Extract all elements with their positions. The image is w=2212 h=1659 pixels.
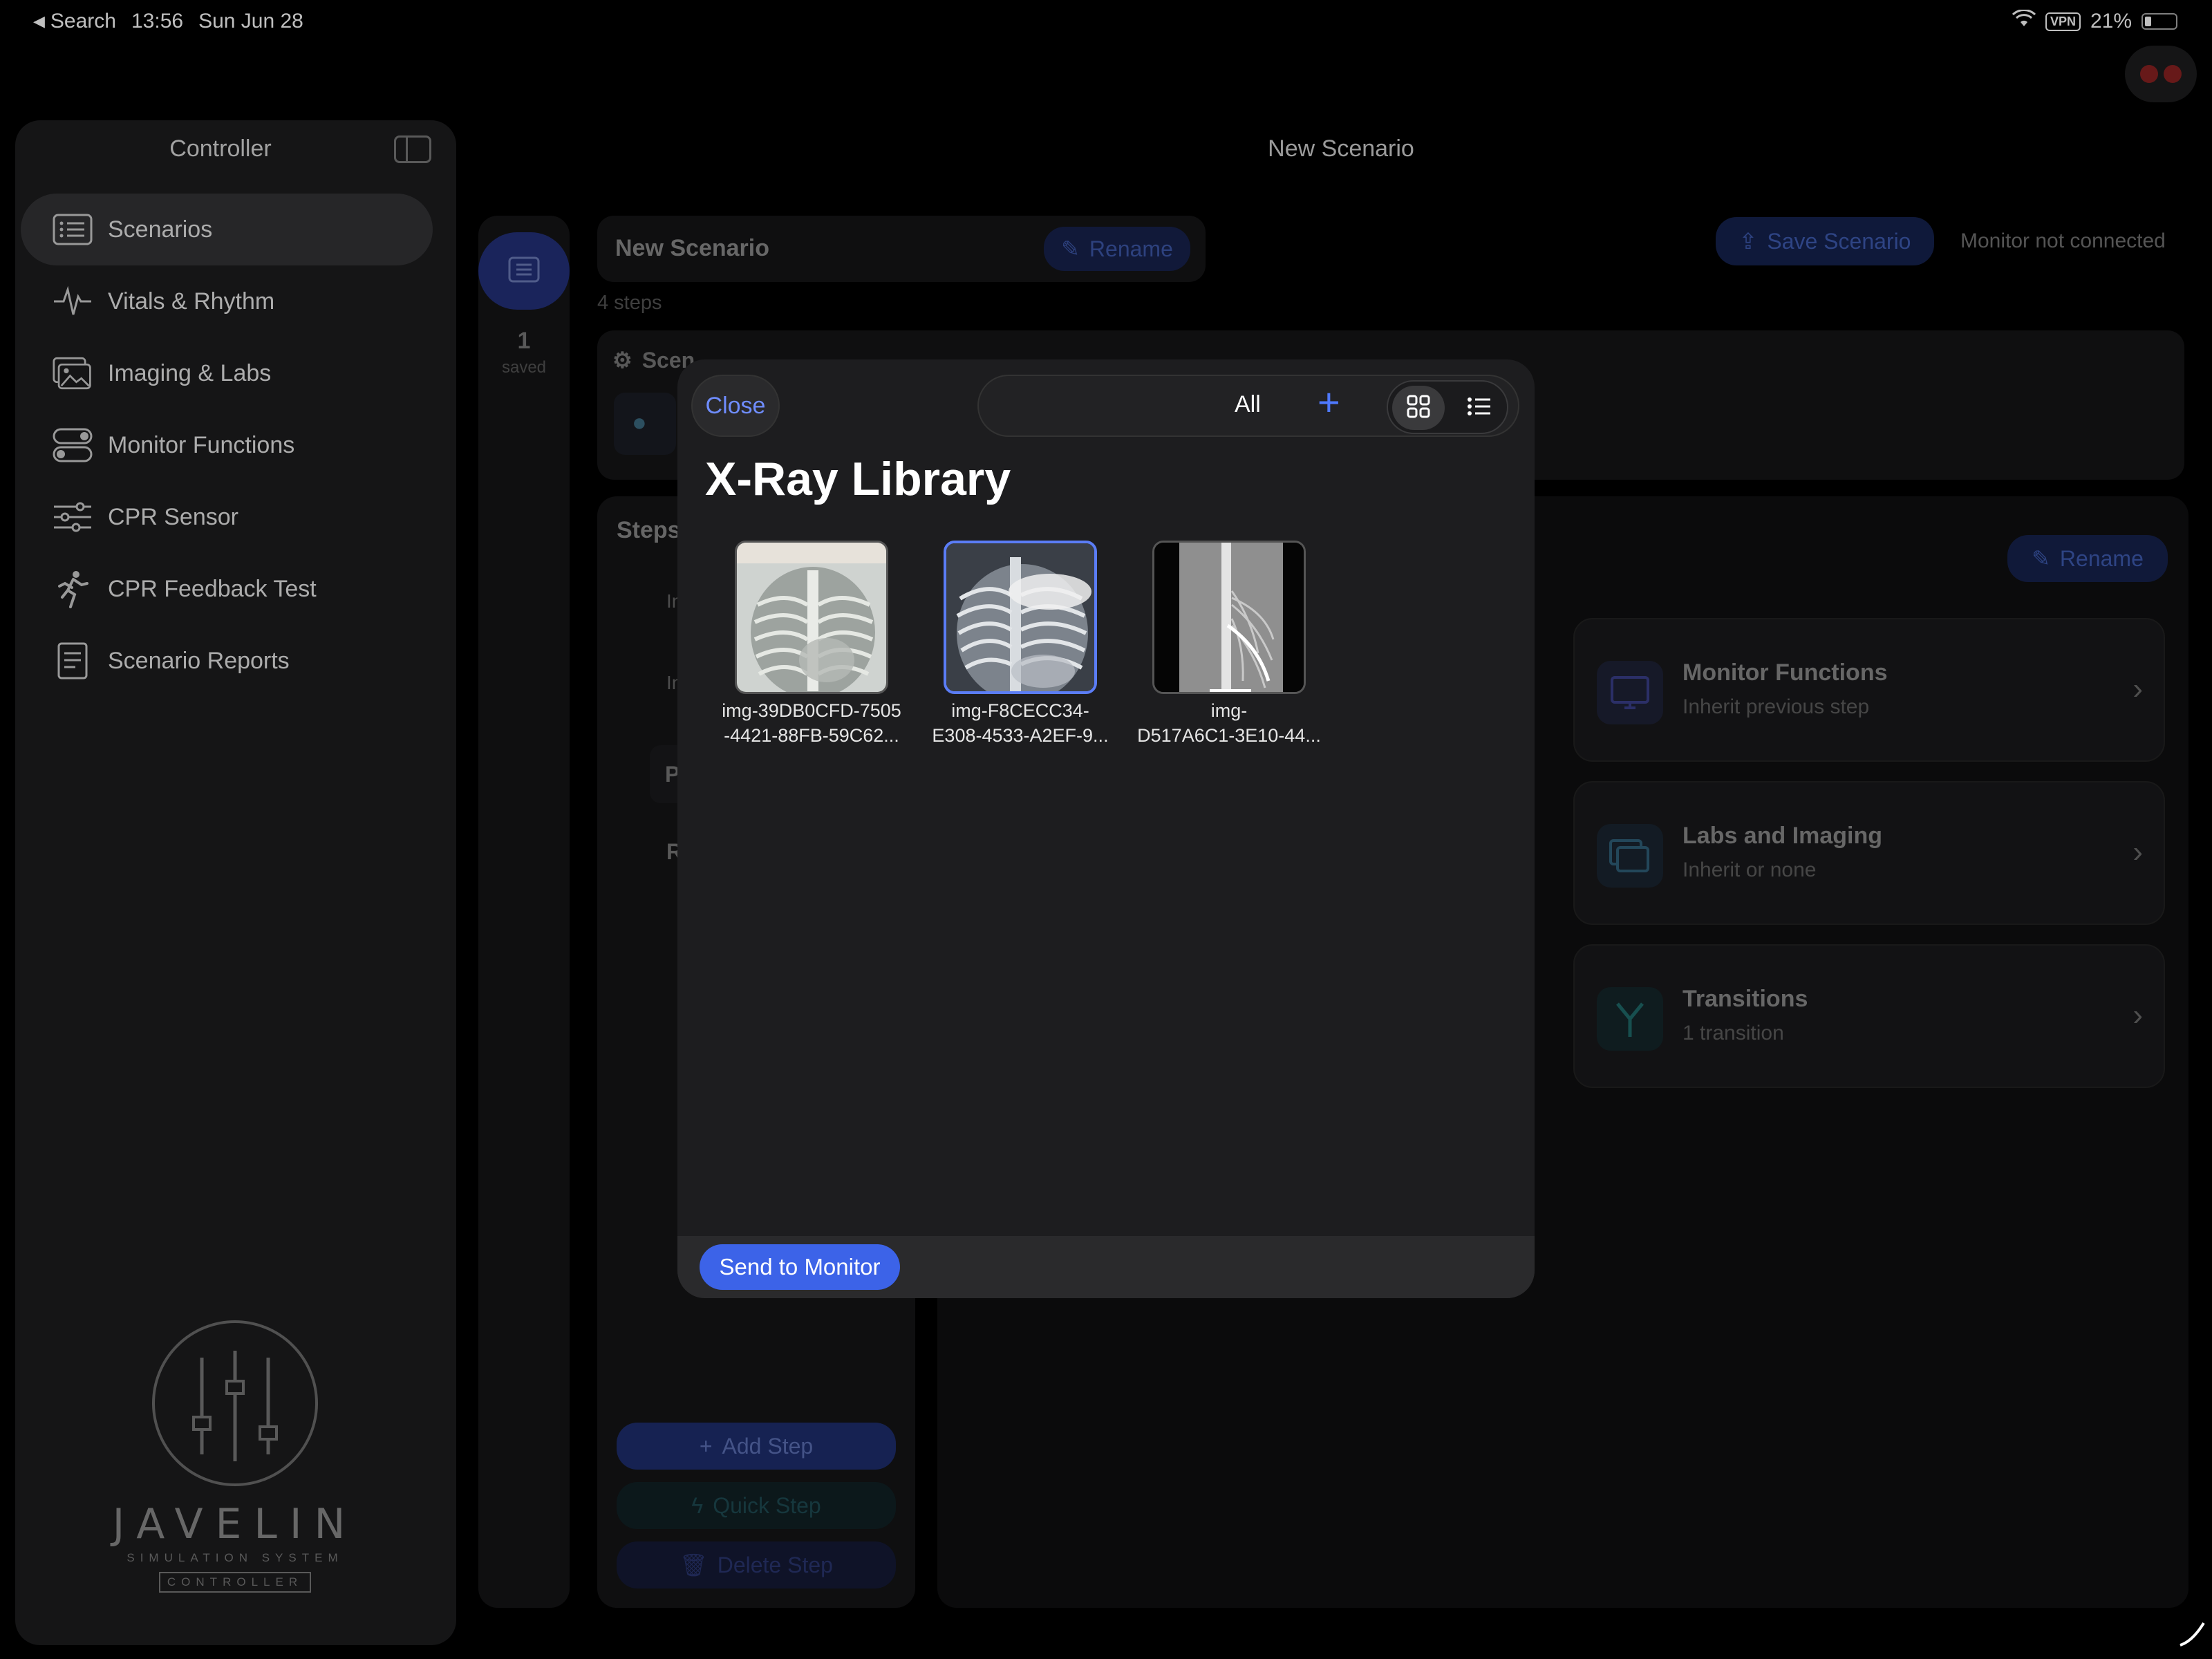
add-image-button[interactable]: + — [1318, 383, 1340, 422]
xray-caption: img-39DB0CFD-7505 -4421-88FB-59C62... — [722, 700, 901, 746]
xray-grid-item-selected[interactable]: img-F8CECC34- E308-4533-A2EF-9... — [925, 541, 1116, 748]
view-mode-toggle — [1387, 380, 1508, 434]
grid-icon — [1407, 395, 1430, 422]
plus-icon: + — [1318, 380, 1340, 424]
modal-title: X-Ray Library — [705, 453, 1011, 505]
list-icon — [1467, 396, 1492, 420]
close-button[interactable]: Close — [691, 375, 780, 437]
grid-view-button[interactable] — [1392, 386, 1445, 430]
xray-thumbnail[interactable] — [944, 541, 1097, 694]
xray-library-modal: Close All + X-Ray Library img-39DB0CFD-7… — [677, 359, 1535, 1298]
filter-menu[interactable]: All — [1235, 391, 1261, 418]
xray-caption: img- D517A6C1-3E10-44... — [1137, 700, 1321, 746]
send-to-monitor-button[interactable]: Send to Monitor — [700, 1244, 900, 1290]
pencil-tip-icon — [2179, 1620, 2205, 1647]
xray-thumbnail[interactable] — [1152, 541, 1306, 694]
list-view-button[interactable] — [1453, 386, 1506, 430]
xray-caption: img-F8CECC34- E308-4533-A2EF-9... — [932, 700, 1109, 746]
xray-thumbnail[interactable] — [735, 541, 888, 694]
xray-grid-item[interactable]: img-39DB0CFD-7505 -4421-88FB-59C62... — [716, 541, 907, 748]
xray-grid-item[interactable]: img- D517A6C1-3E10-44... — [1134, 541, 1324, 748]
toolbar: All + — [977, 375, 1519, 437]
